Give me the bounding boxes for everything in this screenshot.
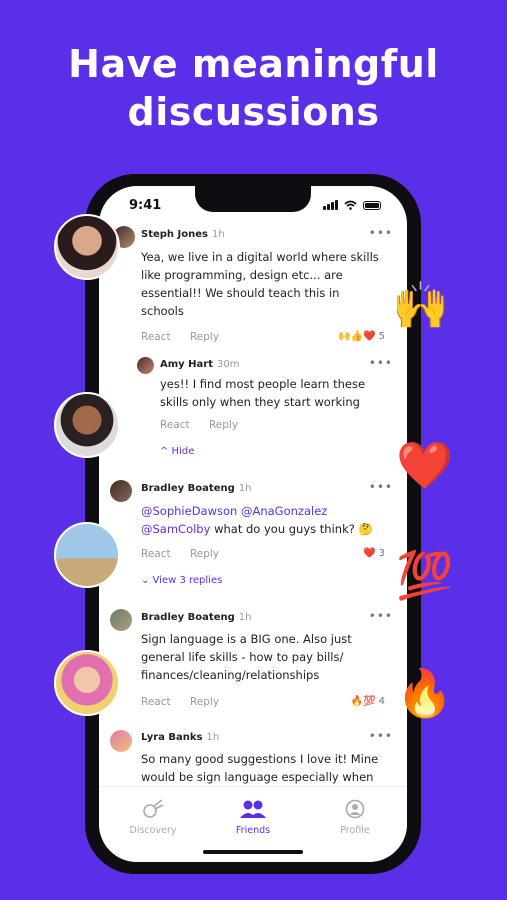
reply-button[interactable]: Reply <box>190 696 219 708</box>
floating-avatar <box>54 650 120 716</box>
reaction-summary[interactable]: ❤️ 3 <box>363 548 385 559</box>
comment-actions: React Reply <box>141 548 235 560</box>
heart-emoji: ❤️ <box>396 438 454 492</box>
status-bar: 9:41 <box>99 196 407 216</box>
headline-line2: discussions <box>127 90 380 134</box>
more-options-icon[interactable]: ••• <box>369 226 393 240</box>
more-options-icon[interactable]: ••• <box>369 356 393 370</box>
reaction-summary[interactable]: 🙌👍❤️ 5 <box>338 331 385 342</box>
tab-profile[interactable]: Profile <box>315 799 395 836</box>
more-options-icon[interactable]: ••• <box>369 609 393 623</box>
reaction-summary[interactable]: 🔥💯 4 <box>351 696 385 707</box>
mention-link[interactable]: @SophieDawson <box>141 504 237 518</box>
phone-screen: 9:41 Steph Jones 1h ••• Yea, we live in a… <box>99 186 407 862</box>
fire-emoji: 🔥 <box>396 666 454 720</box>
signal-icon <box>323 200 338 210</box>
avatar[interactable] <box>110 480 132 502</box>
profile-icon <box>345 799 365 819</box>
tab-friends[interactable]: Friends <box>213 799 293 836</box>
wifi-icon <box>344 200 357 210</box>
comment-text: So many good suggestions I love it! Mine… <box>141 752 379 784</box>
comment-actions: React Reply <box>141 331 235 343</box>
comment-author[interactable]: Bradley Boateng 1h <box>141 483 251 494</box>
tab-label: Discovery <box>129 825 177 836</box>
friends-icon <box>240 800 266 818</box>
tab-label: Friends <box>235 825 271 836</box>
react-button[interactable]: React <box>160 419 190 431</box>
more-options-icon[interactable]: ••• <box>369 729 393 743</box>
comment-text: Sign language is a BIG one. Also just ge… <box>141 632 352 682</box>
hundred-points-emoji: 💯 <box>396 548 454 602</box>
comet-icon <box>143 799 164 818</box>
comment-actions: React Reply <box>160 419 254 431</box>
floating-avatar <box>54 214 120 280</box>
react-button[interactable]: React <box>141 696 171 708</box>
react-button[interactable]: React <box>141 548 171 560</box>
reply-button[interactable]: Reply <box>190 331 219 343</box>
reply-button[interactable]: Reply <box>190 548 219 560</box>
headline: Have meaningful discussions <box>0 40 507 136</box>
comment-text: yes!! I find most people learn these ski… <box>160 377 366 409</box>
comment-author[interactable]: Amy Hart 30m <box>160 359 239 370</box>
react-button[interactable]: React <box>141 331 171 343</box>
comment-author[interactable]: Lyra Banks 1h <box>141 732 219 743</box>
comment-actions: React Reply <box>141 696 235 708</box>
floating-avatar <box>54 392 120 458</box>
battery-icon <box>363 200 381 210</box>
comment-author[interactable]: Steph Jones 1h <box>141 229 225 240</box>
reply-button[interactable]: Reply <box>209 419 238 431</box>
tab-discovery[interactable]: Discovery <box>113 799 193 836</box>
home-indicator <box>203 850 303 854</box>
avatar[interactable] <box>137 357 154 374</box>
raising-hands-emoji: 🙌 <box>392 278 450 332</box>
comment-text: @SophieDawson @AnaGonzalez @SamColby wha… <box>141 504 373 536</box>
hide-replies-button[interactable]: ^ Hide <box>160 446 194 457</box>
avatar[interactable] <box>110 730 132 752</box>
more-options-icon[interactable]: ••• <box>369 480 393 494</box>
floating-avatar <box>54 522 120 588</box>
status-icons <box>323 200 381 210</box>
headline-line1: Have meaningful <box>68 42 439 86</box>
tab-label: Profile <box>340 825 370 836</box>
view-replies-button[interactable]: ⌄ View 3 replies <box>141 575 222 586</box>
status-time: 9:41 <box>129 198 162 213</box>
mention-link[interactable]: @AnaGonzalez <box>241 504 327 518</box>
mention-link[interactable]: @SamColby <box>141 522 210 536</box>
avatar[interactable] <box>110 609 132 631</box>
comment-author[interactable]: Bradley Boateng 1h <box>141 612 251 623</box>
comment-text: Yea, we live in a digital world where sk… <box>141 250 379 318</box>
